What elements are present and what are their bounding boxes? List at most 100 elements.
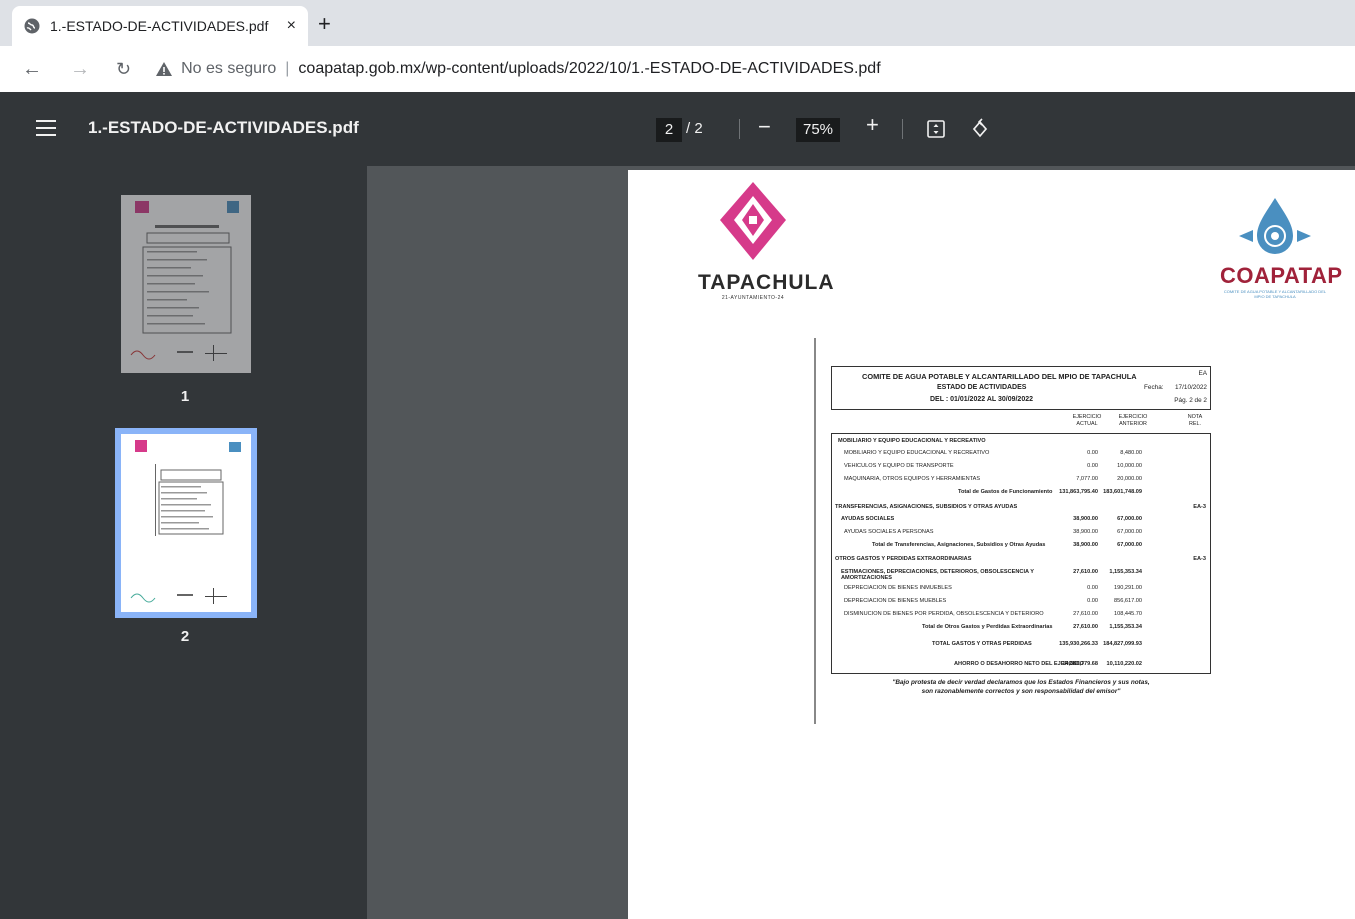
- row-anterior-value: 108,445.70: [1114, 611, 1142, 617]
- row-anterior-value: 184,827,099.93: [1103, 641, 1142, 647]
- table-row: Total de Gastos de Funcionamiento 131,863…: [832, 489, 1210, 497]
- row-label: TRANSFERENCIAS, ASIGNACIONES, SUBSIDIOS …: [835, 504, 1018, 510]
- new-tab-button[interactable]: +: [318, 13, 331, 35]
- row-label: OTROS GASTOS Y PERDIDAS EXTRAORDINARIAS: [835, 556, 972, 562]
- thumbnail-number: 1: [180, 388, 190, 405]
- table-row: MOBILIARIO Y EQUIPO EDUCACIONAL Y RECREA…: [832, 450, 1210, 458]
- row-label: MOBILIARIO Y EQUIPO EDUCACIONAL Y RECREA…: [844, 450, 990, 456]
- url-text[interactable]: coapatap.gob.mx/wp-content/uploads/2022/…: [298, 60, 880, 78]
- row-actual-value: 14,886,779.68: [1062, 661, 1098, 667]
- statement-header: COMITE DE AGUA POTABLE Y ALCANTARILLADO …: [831, 366, 1211, 410]
- page-total: / 2: [686, 120, 703, 137]
- pdf-toolbar: 1.-ESTADO-DE-ACTIVIDADES.pdf 2 / 2 − 75%…: [0, 92, 1355, 166]
- forward-arrow-icon[interactable]: →: [70, 58, 90, 81]
- zoom-in-button[interactable]: +: [866, 112, 879, 138]
- page-edge: [814, 338, 816, 724]
- row-anterior-value: 1,155,353.34: [1109, 624, 1142, 630]
- row-label: VEHICULOS Y EQUIPO DE TRANSPORTE: [844, 463, 954, 469]
- date-value: 17/10/2022: [1175, 384, 1207, 391]
- row-label: MAQUINARIA, OTROS EQUIPOS Y HERRAMIENTAS: [844, 476, 981, 482]
- row-actual-value: 38,900.00: [1073, 516, 1098, 522]
- table-row: DISMINUCION DE BIENES POR PERDIDA, OBSOL…: [832, 611, 1210, 619]
- column-header-actual: EJERCICIO ACTUAL: [1072, 414, 1102, 427]
- row-label: Total de Transferencias, Asignaciones, S…: [872, 542, 1046, 548]
- tapachula-logo-text: TAPACHULA: [698, 271, 835, 294]
- row-note: EA-3: [1193, 504, 1206, 510]
- tab-title: 1.-ESTADO-DE-ACTIVIDADES.pdf: [50, 18, 269, 34]
- fit-page-icon[interactable]: [927, 120, 945, 138]
- row-anterior-value: 190,291.00: [1114, 585, 1142, 591]
- row-label: Total de Otros Gastos y Perdidas Extraor…: [922, 624, 1053, 630]
- row-label: AYUDAS SOCIALES: [841, 516, 895, 522]
- tab-strip: 1.-ESTADO-DE-ACTIVIDADES.pdf × +: [0, 0, 1355, 50]
- table-row: Total de Transferencias, Asignaciones, S…: [832, 542, 1210, 550]
- page-indicator: Pág. 2 de 2: [1174, 397, 1207, 404]
- table-row: Total de Otros Gastos y Perdidas Extraor…: [832, 624, 1210, 632]
- page-number-input[interactable]: 2: [656, 118, 682, 142]
- zoom-input[interactable]: 75%: [796, 118, 840, 142]
- reload-icon[interactable]: ↻: [116, 59, 131, 80]
- water-drop-icon: [1239, 198, 1311, 254]
- close-tab-icon[interactable]: ×: [287, 17, 296, 35]
- zoom-out-button[interactable]: −: [758, 114, 771, 140]
- column-header-anterior: EJERCICIO ANTERIOR: [1118, 414, 1148, 427]
- coapatap-logo-tagline: COMITE DE AGUA POTABLE Y ALCANTARILLADO …: [1223, 289, 1327, 299]
- browser-tab[interactable]: 1.-ESTADO-DE-ACTIVIDADES.pdf ×: [12, 6, 308, 46]
- warning-icon[interactable]: [155, 61, 173, 77]
- tapachula-logo-tagline: 21-AYUNTAMIENTO-24: [721, 295, 785, 301]
- row-anterior-value: 183,601,748.09: [1103, 489, 1142, 495]
- table-row: DEPRECIACION DE BIENES MUEBLES 0.00 856,61…: [832, 598, 1210, 606]
- thumbnail-preview: [130, 440, 241, 604]
- row-note: EA-3: [1193, 556, 1206, 562]
- row-label: MOBILIARIO Y EQUIPO EDUCACIONAL Y RECREA…: [838, 438, 986, 444]
- footnote: "Bajo protesta de decir verdad declaramo…: [831, 678, 1211, 696]
- row-anterior-value: 67,000.00: [1117, 529, 1142, 535]
- financial-statement: COMITE DE AGUA POTABLE Y ALCANTARILLADO …: [831, 366, 1211, 696]
- page-thumbnail-1[interactable]: [121, 195, 251, 373]
- table-row: DEPRECIACION DE BIENES INMUEBLES 0.00 190,…: [832, 585, 1210, 593]
- row-anterior-value: 67,000.00: [1117, 516, 1142, 522]
- table-row: MOBILIARIO Y EQUIPO EDUCACIONAL Y RECREA…: [832, 438, 1210, 446]
- row-anterior-value: 20,000.00: [1117, 476, 1142, 482]
- security-label[interactable]: No es seguro: [181, 60, 276, 78]
- entity-name: COMITE DE AGUA POTABLE Y ALCANTARILLADO …: [862, 372, 1137, 381]
- row-actual-value: 7,077.00: [1076, 476, 1098, 482]
- thumbnail-preview: [130, 201, 239, 361]
- pdf-file-name: 1.-ESTADO-DE-ACTIVIDADES.pdf: [88, 118, 359, 137]
- table-row: MAQUINARIA, OTROS EQUIPOS Y HERRAMIENTAS…: [832, 476, 1210, 484]
- row-anterior-value: 856,617.00: [1114, 598, 1142, 604]
- statement-code: EA: [1198, 370, 1207, 377]
- back-arrow-icon[interactable]: ←: [22, 58, 42, 81]
- toolbar-divider: [739, 119, 740, 139]
- tapachula-logo: TAPACHULA 21-AYUNTAMIENTO-24: [698, 180, 835, 301]
- tapachula-emblem-icon: [720, 182, 786, 260]
- table-row: TOTAL GASTOS Y OTRAS PERDIDAS 135,930,266…: [832, 641, 1210, 649]
- page-thumbnail-2[interactable]: [115, 428, 257, 618]
- row-actual-value: 0.00: [1087, 598, 1098, 604]
- table-row: TRANSFERENCIAS, ASIGNACIONES, SUBSIDIOS …: [832, 504, 1210, 512]
- row-actual-value: 38,900.00: [1073, 529, 1098, 535]
- menu-icon[interactable]: [36, 120, 56, 136]
- row-actual-value: 0.00: [1087, 463, 1098, 469]
- thumbnail-number: 2: [180, 628, 190, 645]
- url-separator: |: [285, 60, 290, 77]
- globe-icon: [24, 18, 40, 34]
- table-row: AHORRO O DESAHORRO NETO DEL EJERCICIO 14,…: [832, 661, 1210, 669]
- row-anterior-value: 8,480.00: [1120, 450, 1142, 456]
- table-row: AYUDAS SOCIALES A PERSONAS 38,900.00 67,00…: [832, 529, 1210, 537]
- row-label: ESTIMACIONES, DEPRECIACIONES, DETERIOROS…: [841, 569, 1034, 581]
- row-actual-value: 27,610.00: [1073, 569, 1098, 575]
- statement-table: MOBILIARIO Y EQUIPO EDUCACIONAL Y RECREA…: [831, 434, 1211, 674]
- rotate-icon[interactable]: [970, 118, 990, 140]
- statement-title: ESTADO DE ACTIVIDADES: [937, 384, 1027, 391]
- table-row: ESTIMACIONES, DEPRECIACIONES, DETERIOROS…: [832, 569, 1210, 581]
- column-headers: EJERCICIO ACTUAL EJERCICIO ANTERIOR NOTA…: [831, 412, 1211, 434]
- toolbar-divider: [902, 119, 903, 139]
- row-label: DISMINUCION DE BIENES POR PERDIDA, OBSOL…: [844, 611, 1044, 617]
- url-input[interactable]: No es seguro | coapatap.gob.mx/wp-conten…: [147, 52, 1345, 86]
- row-actual-value: 27,610.00: [1073, 624, 1098, 630]
- footnote-line: "Bajo protesta de decir verdad declaramo…: [892, 679, 1150, 686]
- coapatap-logo-text: COAPATAP: [1220, 263, 1343, 288]
- row-anterior-value: 10,110,220.02: [1106, 661, 1142, 667]
- table-row: AYUDAS SOCIALES 38,900.00 67,000.00: [832, 516, 1210, 524]
